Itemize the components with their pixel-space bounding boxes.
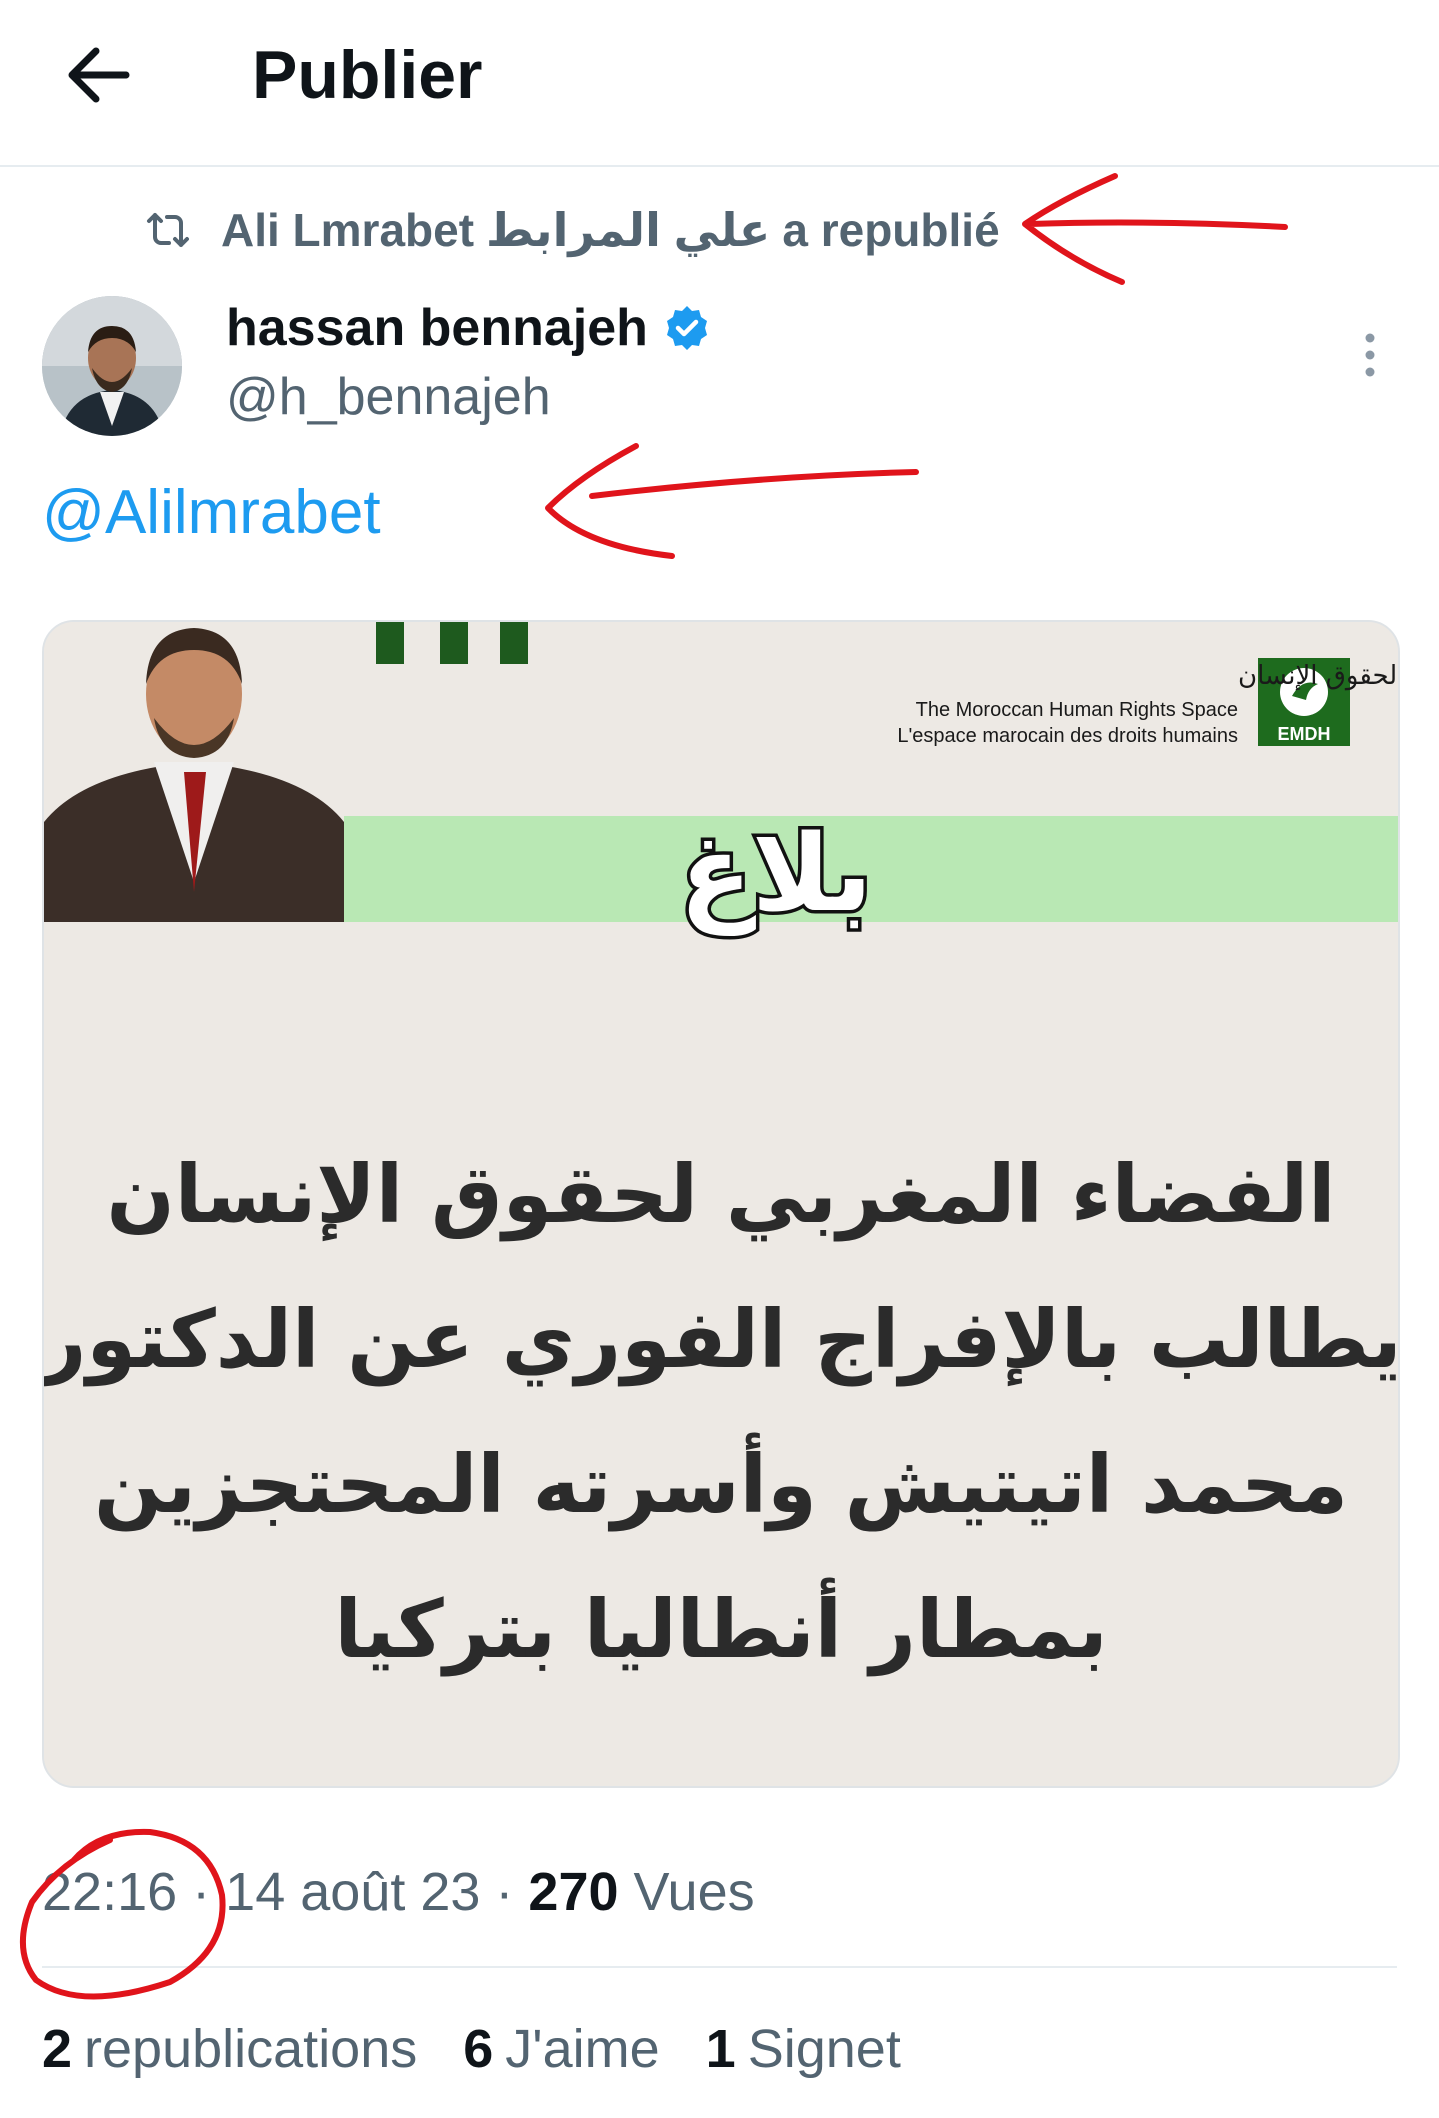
bookmarks-label: Signet: [747, 2019, 901, 2079]
meta-divider: [42, 1966, 1397, 1968]
views-count: 270: [528, 1862, 619, 1922]
reposts-label: republications: [84, 2019, 418, 2079]
more-vertical-icon: [1365, 333, 1375, 377]
post-time[interactable]: 22:16: [42, 1862, 177, 1922]
post-meta: 22:16 · 14 août 23 · 270 Vues: [42, 1860, 755, 1924]
body-line-2: يطالب بالإفراج الفوري عن الدكتور: [44, 1293, 1398, 1387]
decor-bar: [376, 622, 404, 664]
repost-icon: [147, 213, 189, 247]
avatar-photo: [42, 296, 182, 436]
body-line-3: محمد اتيتيش وأسرته المحتجزين: [94, 1433, 1348, 1532]
meta-separator: ·: [495, 1862, 529, 1922]
views-label: Vues: [633, 1862, 755, 1922]
bookmarks-count: 1: [705, 2019, 736, 2079]
org-name-en: The Moroccan Human Rights Space: [916, 699, 1238, 721]
author-handle[interactable]: @h_bennajeh: [226, 365, 551, 429]
post-date[interactable]: 14 août 23: [225, 1862, 480, 1922]
author-name[interactable]: hassan bennajeh: [226, 296, 712, 360]
mention-link[interactable]: @Alilmrabet: [42, 478, 381, 548]
reposts-count: 2: [42, 2019, 73, 2079]
verified-badge-icon: [666, 306, 707, 350]
post-image[interactable]: EMDH الفضاء المغربي لحقوق الإنسان The Mo…: [42, 620, 1400, 1788]
annotation-arrow-repost: [1022, 173, 1288, 285]
meta-separator: ·: [192, 1862, 226, 1922]
org-abbr: EMDH: [1278, 724, 1331, 744]
annotation-arrow-mention: [545, 443, 919, 559]
repost-user-arabic[interactable]: علي المرابط: [486, 203, 770, 257]
arrow-left-icon: [68, 47, 130, 103]
headline-text: بلاغ: [680, 812, 873, 936]
likes-stat[interactable]: 6 J'aime: [463, 2017, 659, 2081]
header-divider: [0, 165, 1439, 167]
bookmarks-stat[interactable]: 1 Signet: [706, 2017, 901, 2081]
body-line-1: الفضاء المغربي لحقوق الإنسان: [106, 1148, 1335, 1242]
body-line-4: بمطار أنطاليا بتركيا: [334, 1578, 1107, 1677]
org-name-ar: الفضاء المغربي لحقوق الإنسان: [1238, 661, 1398, 691]
decor-bar: [500, 622, 528, 664]
decor-bar: [440, 622, 468, 664]
author-name-text[interactable]: hassan bennajeh: [226, 296, 648, 360]
back-button[interactable]: [60, 35, 140, 115]
repost-user[interactable]: Ali Lmrabet: [221, 203, 474, 257]
avatar[interactable]: [42, 296, 182, 436]
likes-label: J'aime: [505, 2019, 660, 2079]
reposts-stat[interactable]: 2 republications: [42, 2017, 417, 2081]
org-name-fr: L'espace marocain des droits humains: [897, 725, 1238, 747]
likes-count: 6: [463, 2019, 494, 2079]
repost-context[interactable]: Ali Lmrabet علي المرابط a republié: [145, 200, 1000, 260]
communique-image: EMDH الفضاء المغربي لحقوق الإنسان The Mo…: [44, 622, 1398, 1786]
more-options-button[interactable]: [1355, 330, 1385, 380]
page-title: Publier: [252, 37, 483, 113]
engagement-stats: 2 republications 6 J'aime 1 Signet: [42, 2017, 947, 2081]
portrait-photo: [44, 622, 344, 922]
repost-suffix: a republié: [782, 204, 1000, 256]
